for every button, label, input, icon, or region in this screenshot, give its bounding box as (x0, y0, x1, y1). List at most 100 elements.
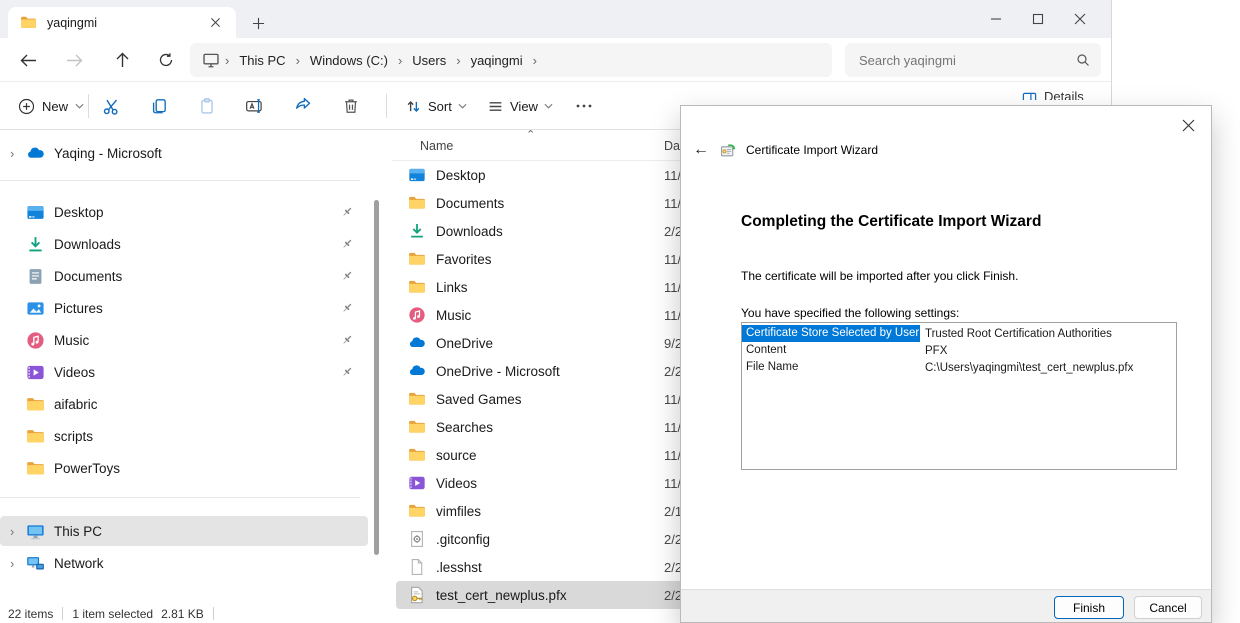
list-item-downloads[interactable]: Downloads2/2 (396, 217, 684, 245)
file-name: OneDrive (436, 336, 493, 351)
list-item-lesshst[interactable]: .lesshst2/2 (396, 553, 684, 581)
delete-button[interactable] (331, 90, 371, 122)
list-item-music[interactable]: Music11/ (396, 301, 684, 329)
breadcrumb-this-pc[interactable]: This PC (232, 49, 292, 72)
wizard-info-text: The certificate will be imported after y… (741, 269, 1018, 283)
up-button[interactable] (108, 48, 136, 72)
paste-button[interactable] (187, 90, 227, 122)
sidebar-item-powertoys[interactable]: PowerToys (0, 453, 368, 483)
view-button-label: View (510, 99, 538, 114)
list-item-source[interactable]: source11/ (396, 441, 684, 469)
sidebar-item-desktop[interactable]: Desktop (0, 197, 368, 227)
new-button[interactable]: New (8, 90, 94, 122)
rename-icon (245, 97, 265, 115)
list-item-onedrive[interactable]: OneDrive9/2 (396, 329, 684, 357)
folder-icon (26, 395, 45, 414)
onedrive-cloud-icon (408, 334, 426, 352)
more-options-button[interactable] (564, 90, 604, 122)
file-date: 11/ (664, 308, 681, 323)
sidebar-item-scripts[interactable]: scripts (0, 421, 368, 451)
sort-button[interactable]: Sort (396, 90, 476, 122)
settings-table: Certificate Store Selected by User Trust… (741, 322, 1177, 470)
this-pc-icon (202, 51, 220, 69)
sidebar-item-pictures[interactable]: Pictures (0, 293, 368, 323)
documents-icon (26, 267, 45, 286)
chevron-right-icon: › (530, 53, 540, 68)
file-name: Desktop (436, 168, 486, 183)
list-item-gitconfig[interactable]: .gitconfig2/2 (396, 525, 684, 553)
onedrive-cloud-icon (26, 144, 45, 163)
sort-arrows-icon (405, 98, 422, 115)
back-arrow-icon[interactable]: ← (691, 140, 711, 160)
sidebar-item-onedrive[interactable]: › Yaqing - Microsoft (0, 138, 368, 168)
finish-button[interactable]: Finish (1054, 596, 1124, 619)
new-tab-button[interactable] (246, 11, 270, 35)
tab-close-button[interactable] (204, 12, 226, 34)
breadcrumb-windows-c[interactable]: Windows (C:) (303, 49, 395, 72)
sort-ascending-icon: ⌃ (526, 128, 535, 141)
setting-key: Certificate Store Selected by User (742, 325, 920, 342)
setting-key: File Name (742, 359, 920, 376)
settings-row-content[interactable]: Content PFX (742, 342, 1176, 359)
dialog-close-button[interactable] (1177, 114, 1199, 136)
file-date: 11/ (664, 448, 681, 463)
sidebar-item-music[interactable]: Music (0, 325, 368, 355)
settings-row-store[interactable]: Certificate Store Selected by User Trust… (742, 325, 1176, 342)
minimize-button[interactable] (975, 0, 1017, 38)
sidebar-scrollbar[interactable] (374, 200, 379, 555)
sidebar-item-this-pc[interactable]: › This PC (0, 516, 368, 546)
list-item-saved-games[interactable]: Saved Games11/ (396, 385, 684, 413)
refresh-button[interactable] (152, 48, 180, 72)
sidebar-item-documents[interactable]: Documents (0, 261, 368, 291)
back-button[interactable] (14, 48, 42, 72)
cancel-button[interactable]: Cancel (1134, 596, 1202, 619)
screen: yaqingmi (0, 0, 1240, 623)
list-item-searches[interactable]: Searches11/ (396, 413, 684, 441)
breadcrumb-yaqingmi[interactable]: yaqingmi (464, 49, 530, 72)
settings-row-filename[interactable]: File Name C:\Users\yaqingmi\test_cert_ne… (742, 359, 1176, 376)
pin-icon (340, 237, 354, 251)
share-icon (294, 97, 312, 115)
chevron-down-icon (75, 103, 84, 109)
list-item-onedrive-microsoft[interactable]: OneDrive - Microsoft2/2 (396, 357, 684, 385)
sidebar-item-label: Videos (54, 365, 340, 380)
search-input[interactable] (859, 43, 1059, 77)
list-item-desktop[interactable]: Desktop11/ (396, 161, 684, 189)
items-count: 22 items (8, 607, 53, 621)
details-pane-icon (1022, 91, 1037, 100)
maximize-button[interactable] (1017, 0, 1059, 38)
breadcrumb-users[interactable]: Users (405, 49, 453, 72)
file-name: Searches (436, 420, 493, 435)
breadcrumb[interactable]: › This PC › Windows (C:) › Users › yaqin… (190, 43, 832, 77)
column-header-name[interactable]: Name (420, 139, 453, 153)
share-button[interactable] (283, 90, 323, 122)
list-item-links[interactable]: Links11/ (396, 273, 684, 301)
explorer-tab[interactable]: yaqingmi (8, 7, 236, 38)
list-item-documents[interactable]: Documents11/ (396, 189, 684, 217)
sidebar-item-aifabric[interactable]: aifabric (0, 389, 368, 419)
folder-icon (408, 278, 426, 296)
toolbar-divider (386, 94, 387, 118)
details-button-partial[interactable]: Details (1022, 89, 1106, 100)
copy-button[interactable] (139, 90, 179, 122)
file-name: Favorites (436, 252, 492, 267)
list-item-favorites[interactable]: Favorites11/ (396, 245, 684, 273)
sort-button-label: Sort (428, 99, 452, 114)
sidebar-item-downloads[interactable]: Downloads (0, 229, 368, 259)
cut-button[interactable] (91, 90, 131, 122)
file-name: .gitconfig (436, 532, 490, 547)
chevron-down-icon (544, 103, 553, 109)
downloads-icon (408, 222, 426, 240)
forward-button[interactable] (60, 48, 88, 72)
sidebar-item-videos[interactable]: Videos (0, 357, 368, 387)
list-item-videos[interactable]: Videos11/ (396, 469, 684, 497)
file-name: vimfiles (436, 504, 481, 519)
rename-button[interactable] (235, 90, 275, 122)
sidebar-item-network[interactable]: › Network (0, 548, 368, 578)
close-button[interactable] (1059, 0, 1101, 38)
view-button[interactable]: View (478, 90, 562, 122)
pin-icon (340, 269, 354, 283)
column-header-date[interactable]: Da (664, 139, 680, 153)
status-divider (62, 607, 63, 620)
list-item-vimfiles[interactable]: vimfiles2/1 (396, 497, 684, 525)
